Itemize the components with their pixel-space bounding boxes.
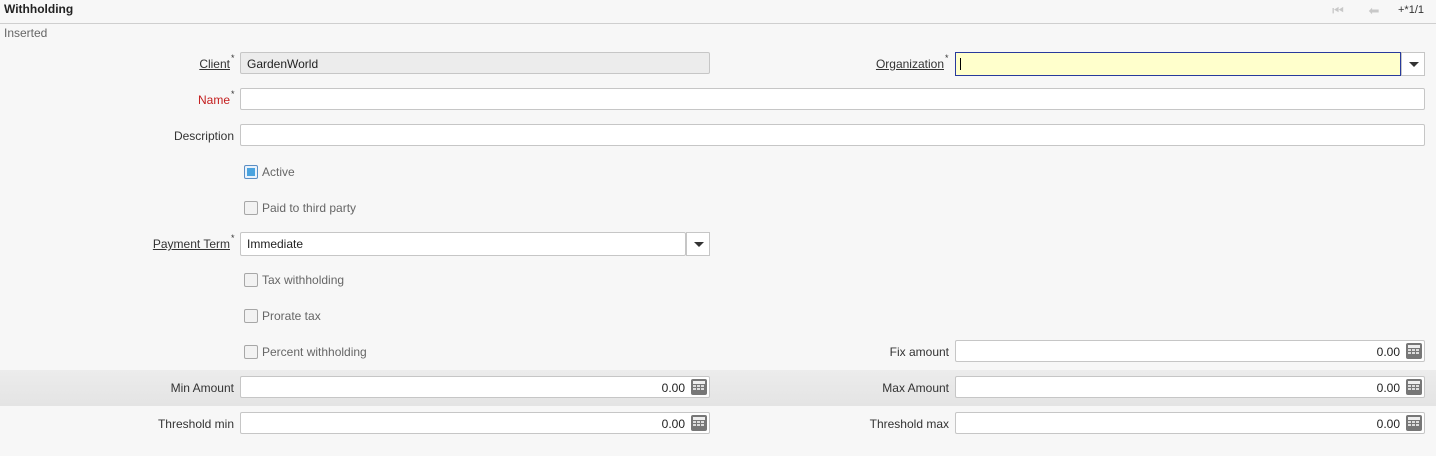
max-amount-value: 0.00 (1376, 381, 1400, 395)
paid-third-party-checkbox[interactable] (244, 201, 258, 215)
active-checkbox[interactable] (244, 165, 258, 179)
status-text: Inserted (4, 26, 48, 40)
payment-term-label: Payment Term (152, 237, 230, 251)
threshold-max-value: 0.00 (1376, 417, 1400, 431)
percent-withholding-checkbox[interactable] (244, 345, 258, 359)
calculator-icon[interactable] (691, 415, 707, 431)
name-input[interactable] (240, 88, 1425, 110)
checkmark-icon (247, 168, 255, 176)
client-label: Client (199, 57, 230, 71)
mandatory-marker: * (231, 233, 235, 243)
min-amount-value: 0.00 (661, 381, 685, 395)
window-header: Withholding ⏮ ⬅ +*1/1 (0, 0, 1436, 24)
first-record-icon[interactable]: ⏮ (1330, 4, 1346, 18)
calculator-icon[interactable] (1406, 415, 1422, 431)
prorate-tax-label: Prorate tax (262, 309, 321, 323)
max-amount-input[interactable]: 0.00 (955, 376, 1425, 398)
threshold-max-input[interactable]: 0.00 (955, 412, 1425, 434)
description-input[interactable] (240, 124, 1425, 146)
chevron-down-icon (1409, 62, 1419, 67)
organization-label: Organization (875, 57, 944, 71)
mandatory-marker: * (231, 89, 235, 99)
fix-amount-value: 0.00 (1376, 345, 1400, 359)
mandatory-marker: * (231, 53, 235, 63)
threshold-max-label: Threshold max (869, 417, 949, 431)
organization-input[interactable] (955, 52, 1401, 76)
client-field[interactable]: GardenWorld (240, 52, 710, 74)
chevron-down-icon (694, 242, 704, 247)
min-amount-input[interactable]: 0.00 (240, 376, 710, 398)
description-label: Description (173, 129, 234, 143)
threshold-min-value: 0.00 (661, 417, 685, 431)
fix-amount-label: Fix amount (889, 345, 949, 359)
max-amount-label: Max Amount (882, 381, 949, 395)
calculator-icon[interactable] (691, 379, 707, 395)
organization-dropdown-button[interactable] (1401, 52, 1425, 76)
name-label: Name (197, 93, 230, 107)
calculator-icon[interactable] (1406, 379, 1422, 395)
prorate-tax-checkbox[interactable] (244, 309, 258, 323)
payment-term-dropdown-button[interactable] (686, 232, 710, 256)
payment-term-value: Immediate (247, 237, 304, 251)
threshold-min-input[interactable]: 0.00 (240, 412, 710, 434)
percent-withholding-label: Percent withholding (262, 345, 367, 359)
min-amount-label: Min Amount (170, 381, 234, 395)
fix-amount-input[interactable]: 0.00 (955, 340, 1425, 362)
threshold-min-label: Threshold min (157, 417, 234, 431)
tax-withholding-label: Tax withholding (262, 273, 345, 287)
tax-withholding-checkbox[interactable] (244, 273, 258, 287)
text-caret (960, 58, 961, 70)
paid-third-party-label: Paid to third party (262, 201, 357, 215)
previous-record-icon[interactable]: ⬅ (1366, 4, 1382, 18)
calculator-icon[interactable] (1406, 343, 1422, 359)
client-value: GardenWorld (247, 57, 319, 71)
mandatory-marker: * (945, 53, 949, 63)
active-label: Active (262, 165, 295, 179)
payment-term-select[interactable]: Immediate (240, 232, 686, 256)
window-title: Withholding (4, 2, 74, 16)
record-counter: +*1/1 (1398, 4, 1424, 16)
